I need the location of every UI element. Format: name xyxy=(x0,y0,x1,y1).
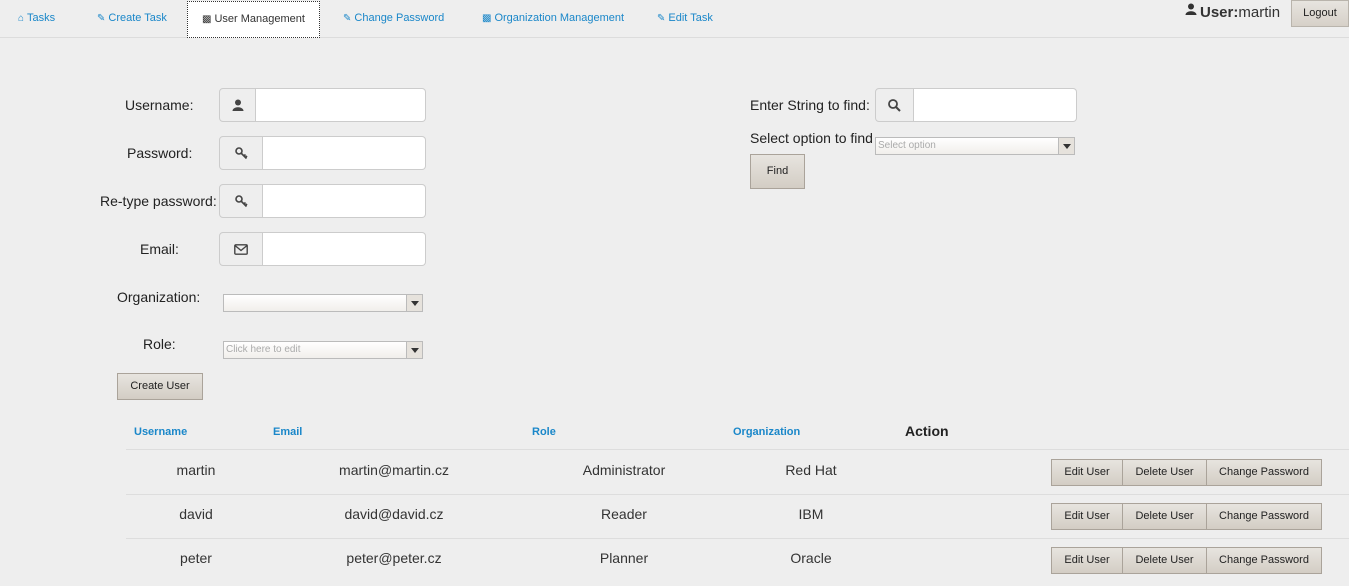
cell-email: david@david.cz xyxy=(344,506,444,522)
username-label: Username: xyxy=(125,97,194,113)
edit-user-button[interactable]: Edit User xyxy=(1051,547,1123,574)
chevron-down-icon xyxy=(406,295,422,311)
chevron-down-icon xyxy=(1058,138,1074,154)
cell-role: Administrator xyxy=(582,462,666,478)
delete-user-button[interactable]: Delete User xyxy=(1122,459,1207,486)
email-label: Email: xyxy=(140,241,179,257)
retype-password-input[interactable] xyxy=(263,184,426,218)
find-string-label: Enter String to find: xyxy=(750,97,870,113)
edit-user-button[interactable]: Edit User xyxy=(1051,459,1123,486)
find-option-label: Select option to find xyxy=(750,130,873,146)
column-header-action: Action xyxy=(905,423,949,439)
tab-tasks[interactable]: ⌂ Tasks xyxy=(18,0,55,37)
chevron-down-icon xyxy=(406,342,422,358)
row-divider xyxy=(126,538,1349,539)
column-header-username[interactable]: Username xyxy=(134,426,187,438)
find-option-select[interactable]: Select option xyxy=(875,137,1075,155)
change-password-button[interactable]: Change Password xyxy=(1206,503,1322,530)
user-icon xyxy=(1185,3,1197,15)
organization-label: Organization: xyxy=(117,289,201,305)
change-password-button[interactable]: Change Password xyxy=(1206,547,1322,574)
edit-user-button[interactable]: Edit User xyxy=(1051,503,1123,530)
envelope-icon xyxy=(234,243,248,255)
tab-create-task[interactable]: ✎ Create Task xyxy=(97,0,167,37)
user-prefix: User: xyxy=(1200,4,1239,21)
cell-email: martin@martin.cz xyxy=(339,462,449,478)
find-button[interactable]: Find xyxy=(750,154,805,189)
top-nav: ⌂ Tasks ✎ Create Task ▩ User Management ✎ Ch… xyxy=(0,0,1349,38)
cell-username: david xyxy=(179,506,213,522)
tab-change-password[interactable]: ✎ Change Password xyxy=(343,0,444,37)
pencil-icon: ✎ xyxy=(97,13,106,24)
create-user-button[interactable]: Create User xyxy=(117,373,203,400)
header-divider xyxy=(126,449,1349,450)
username-addon xyxy=(219,88,256,122)
tab-edit-task[interactable]: ✎ Edit Task xyxy=(657,0,713,37)
logout-button[interactable]: Logout xyxy=(1291,0,1349,27)
search-icon xyxy=(888,98,901,112)
column-header-organization[interactable]: Organization xyxy=(733,426,800,438)
cell-username: martin xyxy=(176,462,216,478)
retype-password-addon xyxy=(219,184,263,218)
role-label: Role: xyxy=(143,336,176,352)
delete-user-button[interactable]: Delete User xyxy=(1122,547,1207,574)
cell-role: Reader xyxy=(601,506,647,522)
column-header-email[interactable]: Email xyxy=(273,426,302,438)
cell-organization: Red Hat xyxy=(785,462,837,478)
find-string-input[interactable] xyxy=(914,88,1077,122)
password-input[interactable] xyxy=(263,136,426,170)
cell-organization: Oracle xyxy=(790,550,832,566)
key-icon xyxy=(234,146,248,159)
book-icon: ▩ xyxy=(202,14,212,25)
cell-username: peter xyxy=(180,550,212,566)
search-addon xyxy=(875,88,914,122)
password-label: Password: xyxy=(127,145,193,161)
cell-email: peter@peter.cz xyxy=(346,550,442,566)
tab-user-management[interactable]: ▩ User Management xyxy=(187,1,320,38)
password-addon xyxy=(219,136,263,170)
cell-role: Planner xyxy=(599,550,649,566)
pencil-icon: ✎ xyxy=(343,13,352,24)
book-icon: ▩ xyxy=(482,13,492,24)
row-divider xyxy=(126,494,1349,495)
user-icon xyxy=(232,99,243,111)
current-user: User:martin xyxy=(1185,3,1281,21)
key-icon xyxy=(234,194,248,207)
delete-user-button[interactable]: Delete User xyxy=(1122,503,1207,530)
home-icon: ⌂ xyxy=(18,13,25,24)
role-select[interactable]: Click here to edit xyxy=(223,341,423,359)
column-header-role[interactable]: Role xyxy=(532,426,556,438)
pencil-icon: ✎ xyxy=(657,13,666,24)
cell-organization: IBM xyxy=(798,506,824,522)
tab-organization-management[interactable]: ▩ Organization Management xyxy=(482,0,624,37)
change-password-button[interactable]: Change Password xyxy=(1206,459,1322,486)
username-display: martin xyxy=(1238,4,1281,21)
retype-password-label: Re-type password: xyxy=(100,193,217,209)
email-addon xyxy=(219,232,263,266)
username-input[interactable] xyxy=(256,88,426,122)
email-input[interactable] xyxy=(263,232,426,266)
organization-select[interactable] xyxy=(223,294,423,312)
